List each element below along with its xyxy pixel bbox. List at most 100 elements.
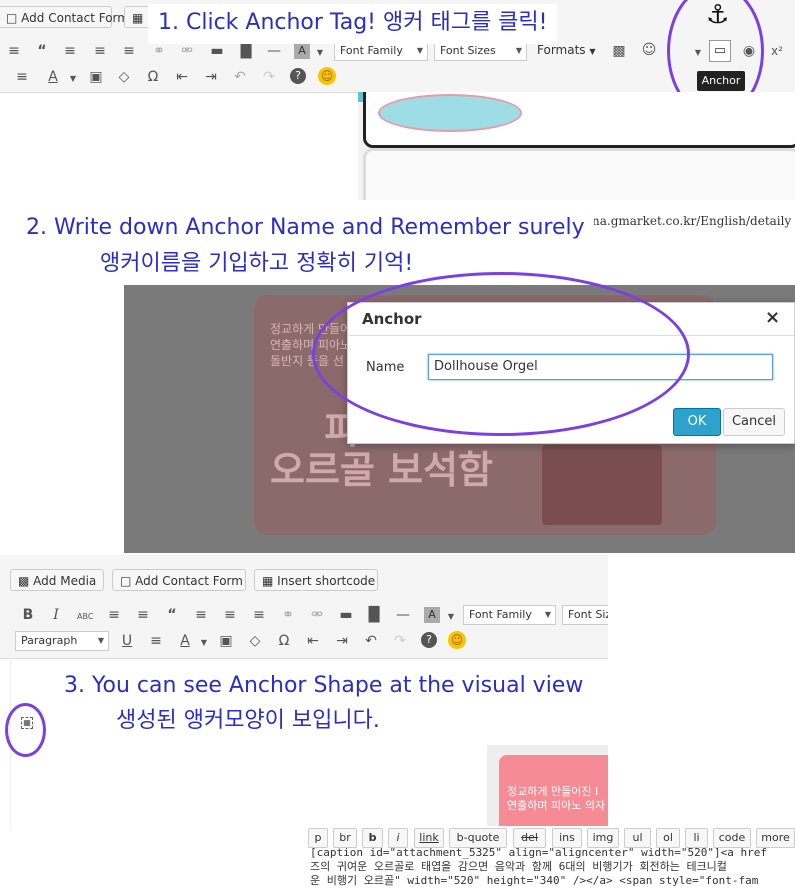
chevron-down-icon: ▼: [416, 46, 423, 55]
code-textarea[interactable]: [caption id="attachment_5325" align="ali…: [310, 846, 795, 888]
help-icon[interactable]: ?: [290, 68, 306, 84]
align-left-icon[interactable]: ≡: [193, 607, 209, 623]
paste-text-icon[interactable]: ▣: [218, 633, 234, 649]
chevron-down-icon: ▼: [589, 47, 596, 56]
quicktag-button[interactable]: code: [713, 828, 751, 848]
toolbar-toggle-icon[interactable]: █: [238, 43, 254, 59]
outdent-icon[interactable]: ⇤: [305, 633, 321, 649]
add-contact-form-button[interactable]: □ Add Contact Form: [0, 6, 129, 28]
font-family-select[interactable]: Font Family ▼: [334, 41, 428, 61]
numbered-list-icon[interactable]: ≡: [135, 607, 151, 623]
add-contact-form-button[interactable]: □ Add Contact Form: [112, 569, 246, 591]
redo-icon[interactable]: ↷: [261, 69, 277, 85]
align-right-icon[interactable]: ≡: [251, 607, 267, 623]
formats-menu[interactable]: Formats ▼: [537, 43, 596, 57]
quicktag-button[interactable]: ol: [656, 828, 680, 848]
chevron-down-icon: ▼: [97, 636, 104, 645]
indent-icon[interactable]: ⇥: [203, 69, 219, 85]
media-icon: ▩: [18, 574, 30, 588]
clear-formatting-icon[interactable]: ◇: [116, 69, 132, 85]
ok-button[interactable]: OK: [673, 408, 721, 436]
quicktag-button[interactable]: ul: [624, 828, 651, 848]
unlink-icon[interactable]: ⚮: [309, 607, 325, 623]
step3-caption-line1: 3. You can see Anchor Shape at the visua…: [58, 670, 590, 702]
unlink-icon[interactable]: ⚮: [179, 43, 195, 59]
bold-icon[interactable]: B: [20, 607, 36, 623]
quicktag-button[interactable]: i: [388, 828, 408, 848]
align-left-icon[interactable]: ≡: [62, 43, 78, 59]
background-color-icon[interactable]: A: [294, 43, 310, 59]
redo-icon[interactable]: ↷: [392, 633, 408, 649]
italic-icon[interactable]: I: [48, 607, 64, 623]
strikethrough-icon[interactable]: ABC: [77, 609, 93, 625]
step3-caption-line2: 생성된 앵커모양이 보입니다.: [110, 704, 386, 738]
smiley-icon[interactable]: ☺: [318, 67, 336, 85]
shortcode-icon: ▦: [132, 11, 144, 25]
background-url-text: na.gmarket.co.kr/English/detaily: [592, 214, 792, 228]
link-icon[interactable]: ⚭: [151, 43, 167, 59]
quicktag-button[interactable]: more: [756, 828, 795, 848]
font-family-select[interactable]: Font Family ▼: [463, 605, 556, 625]
shortcode-icon: ▦: [262, 574, 274, 588]
media-icon[interactable]: ▩: [611, 43, 627, 59]
superscript-icon[interactable]: x²: [769, 43, 785, 59]
toolbar-toggle-icon[interactable]: █: [366, 607, 382, 623]
blockquote-icon[interactable]: “: [164, 607, 180, 623]
quicktag-button[interactable]: li: [685, 828, 708, 848]
product-card-2: [363, 148, 795, 200]
clear-formatting-icon[interactable]: ◇: [247, 633, 263, 649]
font-sizes-select[interactable]: Font Sizes ▼: [434, 41, 527, 61]
text-color-icon[interactable]: A: [177, 633, 193, 649]
chevron-down-icon: ▼: [544, 610, 551, 619]
help-icon[interactable]: ?: [421, 632, 437, 648]
insert-shortcode-button[interactable]: ▦ Insert shortcode: [254, 569, 378, 591]
horizontal-line-icon[interactable]: —: [266, 43, 282, 59]
smiley-icon[interactable]: ☺: [448, 631, 466, 649]
add-media-button[interactable]: ▩ Add Media: [10, 569, 104, 591]
justify-icon[interactable]: ≡: [14, 69, 30, 85]
chevron-down-icon[interactable]: ▼: [443, 609, 459, 625]
quicktag-button[interactable]: p: [308, 828, 328, 848]
read-more-icon[interactable]: ▬: [338, 607, 354, 623]
bullet-list-icon[interactable]: ≡: [106, 607, 122, 623]
contact-form-icon: □: [120, 574, 132, 588]
quicktag-button[interactable]: ins: [552, 828, 582, 848]
quicktag-button[interactable]: br: [333, 828, 357, 848]
outdent-icon[interactable]: ⇤: [174, 69, 190, 85]
align-right-icon[interactable]: ≡: [121, 43, 137, 59]
special-character-icon[interactable]: Ω: [145, 69, 161, 85]
quicktag-button[interactable]: img: [587, 828, 619, 848]
quicktag-button[interactable]: link: [414, 828, 444, 848]
step2-caption-line1: 2. Write down Anchor Name and Remember s…: [18, 210, 594, 246]
text-color-icon[interactable]: A: [45, 69, 61, 85]
read-more-icon[interactable]: ▬: [209, 43, 225, 59]
background-color-icon[interactable]: A: [424, 607, 440, 623]
align-center-icon[interactable]: ≡: [222, 607, 238, 623]
font-size-select[interactable]: Font Siz: [562, 605, 608, 625]
underline-icon[interactable]: U: [119, 633, 135, 649]
product-title-2: 오르골 보석함: [270, 448, 493, 492]
undo-icon[interactable]: ↶: [363, 633, 379, 649]
dialog-close-button[interactable]: ×: [765, 307, 780, 328]
chevron-down-icon[interactable]: ▼: [196, 635, 212, 651]
paste-text-icon[interactable]: ▣: [88, 69, 104, 85]
cancel-button[interactable]: Cancel: [723, 408, 785, 436]
emoticon-icon[interactable]: ☺: [641, 42, 657, 58]
justify-icon[interactable]: ≡: [148, 633, 164, 649]
paragraph-format-select[interactable]: Paragraph ▼: [15, 631, 109, 651]
quicktag-button[interactable]: b-quote: [449, 828, 507, 848]
special-character-icon[interactable]: Ω: [276, 633, 292, 649]
undo-icon[interactable]: ↶: [232, 69, 248, 85]
chevron-down-icon[interactable]: ▼: [65, 71, 81, 87]
highlight-circle-name-field: [312, 272, 690, 436]
indent-icon[interactable]: ⇥: [334, 633, 350, 649]
align-center-icon[interactable]: ≡: [92, 43, 108, 59]
product-thumbnail: 정교하게 만들어진 I 연출하며 피아노 의자: [487, 745, 608, 830]
numbered-list-icon[interactable]: ≡: [6, 43, 22, 59]
horizontal-line-icon[interactable]: —: [395, 607, 411, 623]
blockquote-icon[interactable]: “: [34, 43, 50, 59]
quicktag-button[interactable]: del: [513, 828, 546, 848]
chevron-down-icon[interactable]: ▼: [312, 45, 328, 61]
link-icon[interactable]: ⚭: [280, 607, 296, 623]
quicktag-button[interactable]: b: [362, 828, 383, 848]
